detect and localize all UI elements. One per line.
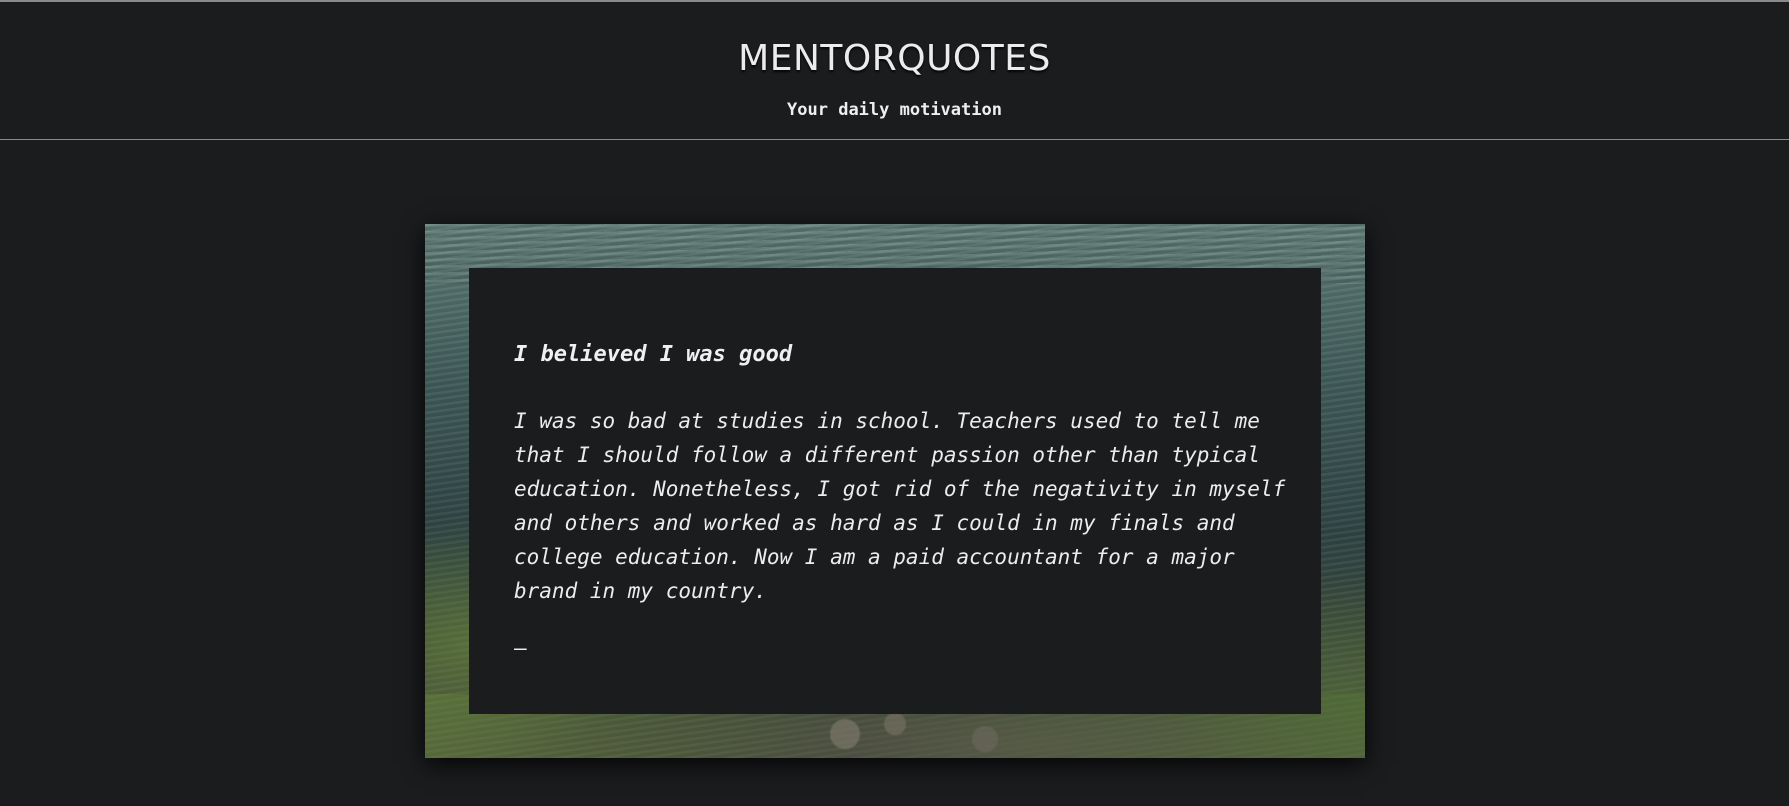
site-title: MENTORQUOTES — [738, 38, 1051, 79]
quote-panel: I believed I was good I was so bad at st… — [469, 268, 1321, 714]
quote-title: I believed I was good — [514, 342, 793, 367]
quote-body: I was so bad at studies in school. Teach… — [514, 409, 1286, 603]
quote-card: I believed I was good I was so bad at st… — [425, 224, 1365, 758]
site-header: MENTORQUOTES Your daily motivation — [0, 2, 1789, 140]
site-tagline: Your daily motivation — [787, 100, 1002, 120]
quote-author: – — [514, 636, 527, 660]
